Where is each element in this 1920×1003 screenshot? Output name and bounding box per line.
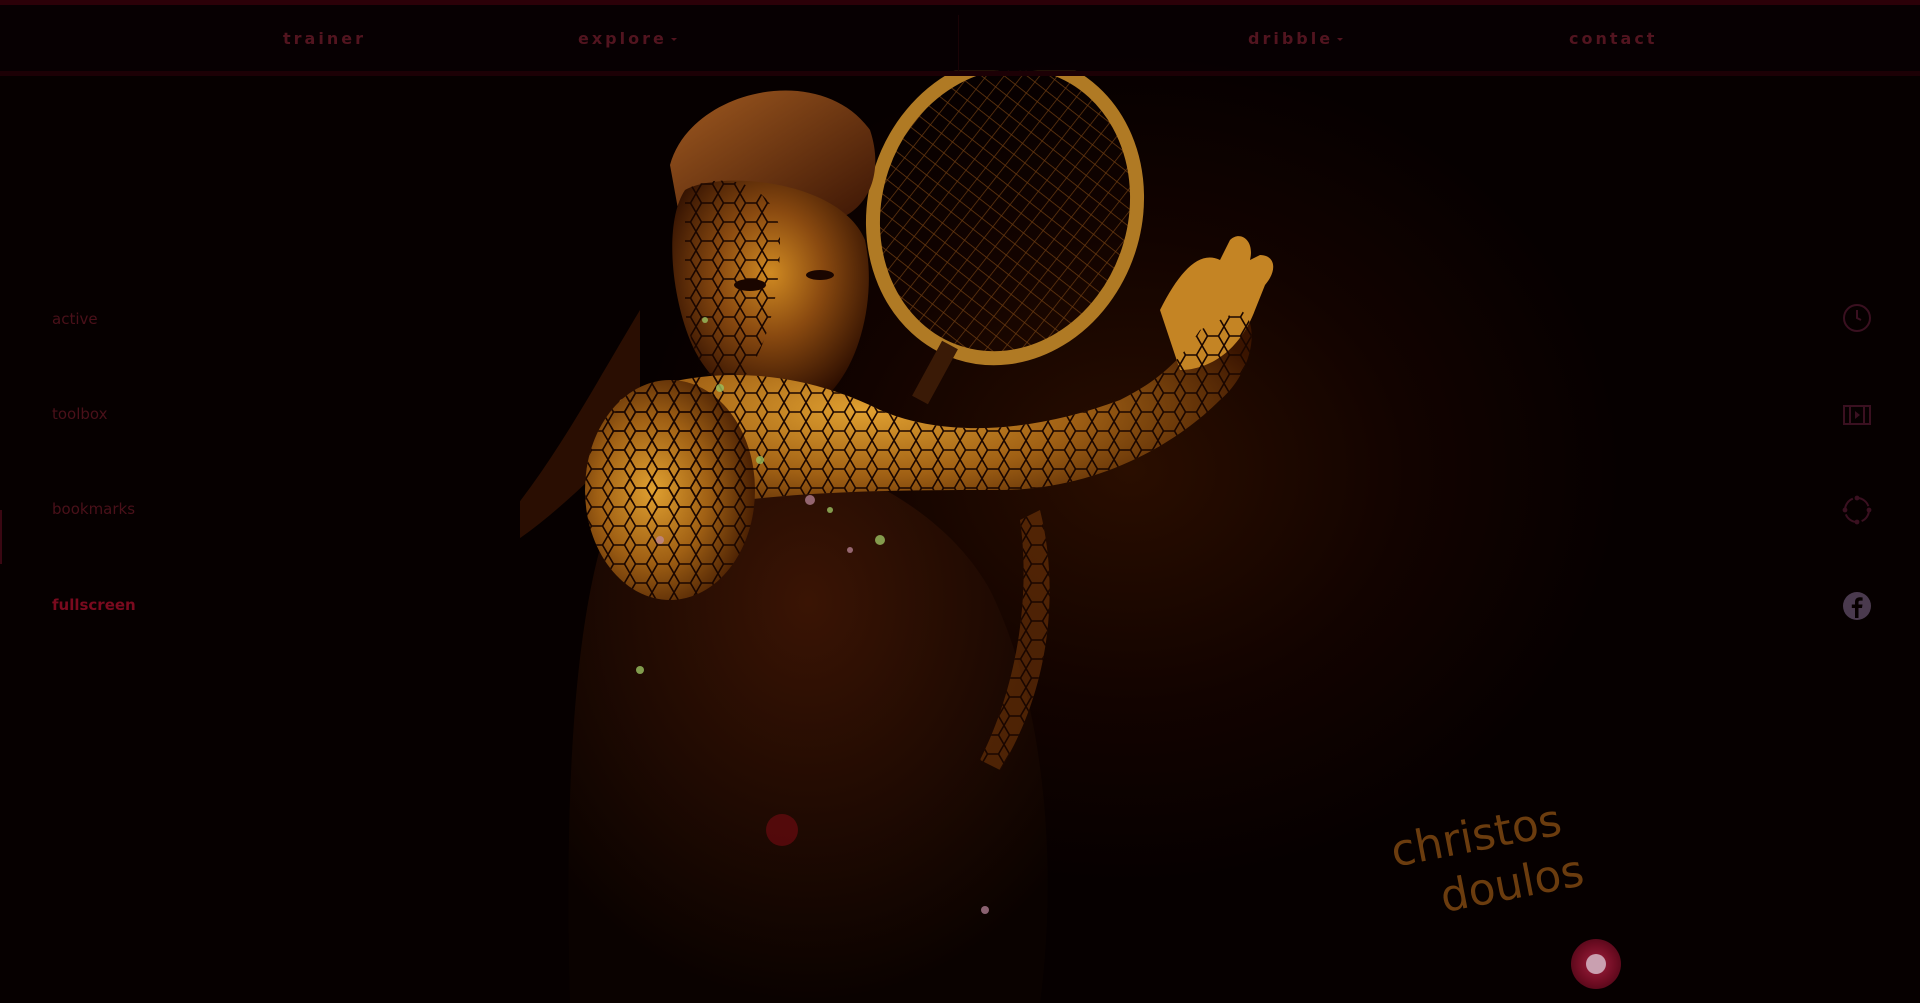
side-menu-item-toolbox[interactable]: toolbox bbox=[52, 405, 108, 423]
nav-item-trainer[interactable]: trainer bbox=[283, 29, 366, 48]
side-menu-label: toolbox bbox=[52, 405, 108, 423]
fab-dot-icon bbox=[1586, 954, 1606, 974]
side-menu-label: bookmarks bbox=[52, 500, 136, 518]
side-menu-indicator bbox=[0, 510, 2, 564]
floating-action-button[interactable] bbox=[1571, 939, 1621, 989]
side-menu-item-bookmarks[interactable]: bookmarks bbox=[52, 500, 135, 518]
film-icon[interactable] bbox=[1842, 400, 1872, 430]
side-menu-label: fullscreen bbox=[52, 596, 136, 614]
nav-item-label: trainer bbox=[283, 29, 366, 48]
nav-item-explore[interactable]: explore bbox=[578, 29, 677, 48]
top-navigation-bar: trainer explore dribble contact bbox=[0, 0, 1920, 76]
chevron-down-icon bbox=[1337, 38, 1344, 41]
nav-item-label: contact bbox=[1569, 29, 1658, 48]
racket-graphic bbox=[865, 70, 1145, 405]
nav-item-label: explore bbox=[578, 29, 667, 48]
nav-item-label: dribble bbox=[1248, 29, 1334, 48]
refresh-circle-icon[interactable] bbox=[1842, 495, 1872, 525]
facebook-icon[interactable] bbox=[1842, 591, 1872, 621]
nav-item-contact[interactable]: contact bbox=[1569, 29, 1657, 48]
side-menu-label: active bbox=[52, 310, 98, 328]
page-root: trainer explore dribble contact active t… bbox=[0, 0, 1920, 1003]
nav-item-dribble[interactable]: dribble bbox=[1248, 29, 1344, 48]
side-menu-item-fullscreen[interactable]: fullscreen bbox=[52, 596, 136, 614]
chevron-down-icon bbox=[670, 38, 677, 41]
nav-divider bbox=[958, 15, 959, 73]
side-menu-item-active[interactable]: active bbox=[52, 310, 98, 328]
clock-icon[interactable] bbox=[1842, 303, 1872, 333]
